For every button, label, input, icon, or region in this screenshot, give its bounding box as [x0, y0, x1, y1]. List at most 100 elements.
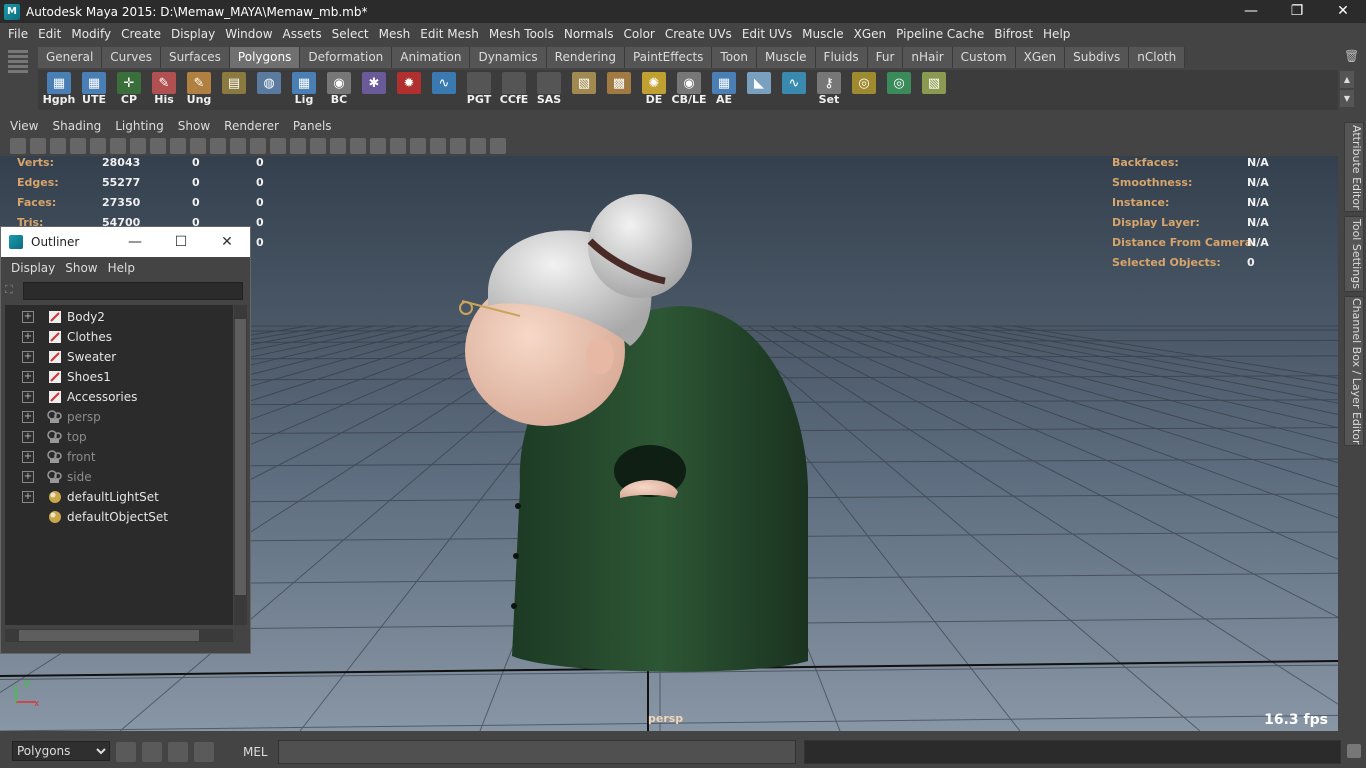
- snap-icon[interactable]: [116, 742, 136, 762]
- shelf-button-tool-23[interactable]: ◎: [847, 70, 881, 108]
- bookmark-icon[interactable]: [50, 137, 66, 154]
- shelf-button-ute[interactable]: ▦ UTE: [77, 70, 111, 108]
- depth-peeling-icon[interactable]: [410, 137, 426, 154]
- image-plane-icon[interactable]: [70, 137, 86, 154]
- shelf-tab-fur[interactable]: Fur: [867, 47, 904, 68]
- tab-attribute-editor[interactable]: Attribute Editor: [1344, 122, 1364, 212]
- shelf-button-lig[interactable]: ▦ Lig: [287, 70, 321, 108]
- expand-icon[interactable]: +: [22, 331, 34, 343]
- shelf-tab-toon[interactable]: Toon: [712, 47, 758, 68]
- shelf-button-tool-16[interactable]: ▩: [602, 70, 636, 108]
- tab-channel-box[interactable]: Channel Box / Layer Editor: [1344, 296, 1364, 446]
- shelf-tab-fluids[interactable]: Fluids: [815, 47, 868, 68]
- outliner-title-bar[interactable]: Outliner — ☐ ✕: [1, 227, 250, 257]
- panel-menu-panels[interactable]: Panels: [286, 119, 339, 133]
- hud-icon[interactable]: [470, 137, 486, 154]
- menu-edit-uvs[interactable]: Edit UVs: [737, 27, 797, 41]
- maximize-button[interactable]: ❐: [1274, 0, 1320, 23]
- shelf-button-pgt[interactable]: PGT: [462, 70, 496, 108]
- panel-menu-renderer[interactable]: Renderer: [217, 119, 286, 133]
- shelf-button-ae[interactable]: ▦ AE: [707, 70, 741, 108]
- gamma-icon[interactable]: [430, 137, 446, 154]
- expand-icon[interactable]: +: [22, 391, 34, 403]
- outliner-item-defaultobjectset[interactable]: defaultObjectSet: [5, 507, 233, 527]
- panel-menu-view[interactable]: View: [3, 119, 45, 133]
- shelf-tab-animation[interactable]: Animation: [392, 47, 471, 68]
- shelf-tab-surfaces[interactable]: Surfaces: [160, 47, 230, 68]
- panel-menu-show[interactable]: Show: [171, 119, 217, 133]
- shelf-button-tool-5[interactable]: ▤: [217, 70, 251, 108]
- outliner-vertical-scrollbar[interactable]: [234, 305, 247, 625]
- command-input[interactable]: [278, 740, 796, 764]
- menu-mesh[interactable]: Mesh: [374, 27, 416, 41]
- shelf-grip-icon[interactable]: [8, 48, 34, 108]
- shelf-tab-rendering[interactable]: Rendering: [546, 47, 625, 68]
- isolate-select-icon[interactable]: [350, 137, 366, 154]
- shelf-button-his[interactable]: ✎ His: [147, 70, 181, 108]
- script-editor-button-icon[interactable]: [1347, 744, 1361, 758]
- outliner-item-sweater[interactable]: + Sweater: [5, 347, 233, 367]
- menu-bifrost[interactable]: Bifrost: [989, 27, 1038, 41]
- shelf-scroll[interactable]: ▲ ▼: [1340, 71, 1354, 107]
- expand-icon[interactable]: +: [22, 471, 34, 483]
- tab-tool-settings[interactable]: Tool Settings: [1344, 216, 1364, 292]
- menu-window[interactable]: Window: [220, 27, 277, 41]
- shelf-tab-dynamics[interactable]: Dynamics: [470, 47, 547, 68]
- outliner-menu-help[interactable]: Help: [103, 261, 140, 275]
- shelf-button-tool-10[interactable]: ✹: [392, 70, 426, 108]
- expand-icon[interactable]: +: [22, 451, 34, 463]
- shelf-tab-general[interactable]: General: [38, 47, 103, 68]
- menu-mesh-tools[interactable]: Mesh Tools: [484, 27, 559, 41]
- shelf-button-ccfe[interactable]: CCfE: [497, 70, 531, 108]
- outliner-maximize-button[interactable]: ☐: [158, 234, 204, 250]
- menu-modify[interactable]: Modify: [66, 27, 116, 41]
- resolution-gate-icon[interactable]: [130, 137, 146, 154]
- use-all-lights-icon[interactable]: [250, 137, 266, 154]
- menu-help[interactable]: Help: [1038, 27, 1075, 41]
- outliner-close-button[interactable]: ✕: [204, 234, 250, 250]
- shelf-button-tool-15[interactable]: ▧: [567, 70, 601, 108]
- scroll-down-icon[interactable]: ▼: [1340, 90, 1354, 107]
- shelf-button-tool-6[interactable]: ◍: [252, 70, 286, 108]
- outliner-icon[interactable]: [168, 742, 188, 762]
- menu-edit-mesh[interactable]: Edit Mesh: [415, 27, 484, 41]
- expand-icon[interactable]: +: [22, 351, 34, 363]
- outliner-item-clothes[interactable]: + Clothes: [5, 327, 233, 347]
- grid-icon[interactable]: [90, 137, 106, 154]
- trash-icon[interactable]: 🗑: [1344, 49, 1359, 63]
- scroll-up-icon[interactable]: ▲: [1340, 71, 1354, 88]
- menu-muscle[interactable]: Muscle: [797, 27, 849, 41]
- close-button[interactable]: ✕: [1320, 0, 1366, 23]
- expand-icon[interactable]: +: [22, 431, 34, 443]
- shelf-tab-custom[interactable]: Custom: [952, 47, 1016, 68]
- filter-icon[interactable]: ⛶: [5, 283, 23, 299]
- expand-icon[interactable]: +: [22, 311, 34, 323]
- shelf-button-hgph[interactable]: ▦ Hgph: [42, 70, 76, 108]
- outliner-menu-display[interactable]: Display: [6, 261, 60, 275]
- outliner-item-front[interactable]: + front: [5, 447, 233, 467]
- script-editor-icon[interactable]: [194, 742, 214, 762]
- shelf-button-tool-11[interactable]: ∿: [427, 70, 461, 108]
- viewport-renderer-icon[interactable]: [490, 137, 506, 154]
- outliner-minimize-button[interactable]: —: [112, 234, 158, 250]
- panel-menu-shading[interactable]: Shading: [45, 119, 108, 133]
- camera-attributes-icon[interactable]: [30, 137, 46, 154]
- menu-select[interactable]: Select: [327, 27, 374, 41]
- shelf-tab-painteffects[interactable]: PaintEffects: [624, 47, 713, 68]
- outliner-item-shoes1[interactable]: + Shoes1: [5, 367, 233, 387]
- expand-icon[interactable]: +: [22, 411, 34, 423]
- flat-shade-icon[interactable]: [190, 137, 206, 154]
- outliner-item-body2[interactable]: + Body2: [5, 307, 233, 327]
- menu-create[interactable]: Create: [116, 27, 166, 41]
- shelf-tab-polygons[interactable]: Polygons: [229, 47, 301, 68]
- shelf-button-set[interactable]: ⚷ Set: [812, 70, 846, 108]
- shelf-button-sas[interactable]: SAS: [532, 70, 566, 108]
- shelf-button-tool-21[interactable]: ∿: [777, 70, 811, 108]
- motion-blur-icon[interactable]: [310, 137, 326, 154]
- render-view-icon[interactable]: [142, 742, 162, 762]
- wireframe-icon[interactable]: [150, 137, 166, 154]
- shelf-tab-nhair[interactable]: nHair: [903, 47, 953, 68]
- xray-joints-icon[interactable]: [390, 137, 406, 154]
- shelf-button-bc[interactable]: ◉ BC: [322, 70, 356, 108]
- wireframe-on-shaded-icon[interactable]: [210, 137, 226, 154]
